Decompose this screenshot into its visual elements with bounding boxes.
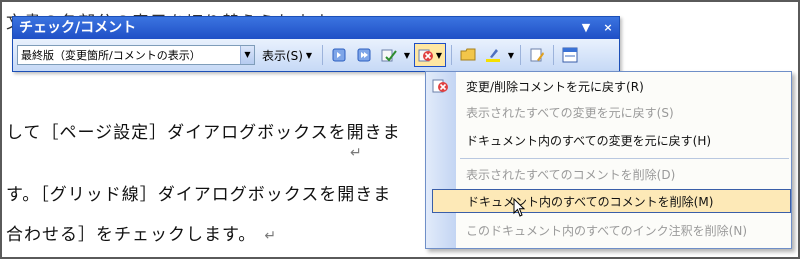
display-mode-combo[interactable]: 最終版（変更箇所/コメントの表示） ▼ (17, 45, 255, 65)
menu-item-reject-all-shown[interactable]: 表示されたすべての変更を元に戻す(S) (456, 100, 791, 124)
document-return-mark: ↵ (350, 145, 363, 161)
track-changes-button[interactable] (526, 44, 548, 66)
toolbar-title: チェック/コメント (19, 20, 137, 36)
menu-item-delete-all-comments[interactable]: ドキュメント内のすべてのコメントを削除(M) (432, 189, 791, 213)
previous-change-button[interactable] (328, 44, 350, 66)
menu-icon-strip (426, 72, 456, 248)
reject-change-button[interactable]: ▼ (413, 43, 446, 67)
show-menu-label: 表示(S) (262, 48, 303, 63)
document-line-2: す。［グリッド線］ダイアログボックスを開きま (6, 185, 392, 205)
toolbar-separator (450, 45, 452, 65)
insert-comment-icon (460, 48, 476, 61)
reviewing-pane-icon (562, 47, 578, 63)
display-mode-value: 最終版（変更箇所/コメントの表示） (21, 49, 201, 62)
toolbar-buttons-row: 最終版（変更箇所/コメントの表示） ▼ 表示(S) ▼ ▼ ▼ ▼ (13, 39, 619, 71)
mouse-pointer-icon (513, 198, 526, 217)
highlight-icon (485, 49, 500, 62)
toolbar-separator (321, 45, 323, 65)
document-line-3: 合わせる］をチェックします。 ↵ (6, 225, 278, 245)
combo-dropdown-icon[interactable]: ▼ (240, 46, 254, 64)
document-line-1: して［ページ設定］ダイアログボックスを開きま (6, 123, 401, 143)
toolbar-separator (519, 45, 521, 65)
reject-change-icon (432, 79, 448, 93)
menu-item-delete-all-ink-annotations[interactable]: このドキュメント内のすべてのインク注釈を削除(N) (456, 218, 791, 242)
reject-change-icon (418, 49, 433, 62)
menu-item-delete-all-shown-comments[interactable]: 表示されたすべてのコメントを削除(D) (456, 162, 791, 186)
toolbar-separator (552, 45, 554, 65)
menu-separator (460, 158, 789, 159)
next-change-icon (357, 48, 371, 62)
show-menu-button[interactable]: 表示(S) ▼ (258, 44, 317, 66)
next-change-button[interactable] (353, 44, 375, 66)
screenshot-frame: 文書の各部分の表示を切り替えられます して［ページ設定］ダイアログボックスを開き… (0, 0, 800, 259)
reviewing-pane-button[interactable] (559, 44, 581, 66)
highlight-dropdown-icon[interactable]: ▼ (507, 51, 515, 60)
menu-item-reject-change[interactable]: 変更/削除コメントを元に戻す(R) (456, 74, 791, 98)
chevron-down-icon: ▼ (305, 50, 313, 60)
accept-change-button[interactable] (378, 44, 400, 66)
accept-dropdown-icon[interactable]: ▼ (403, 51, 411, 60)
menu-item-reject-all-in-document[interactable]: ドキュメント内のすべての変更を元に戻す(H) (456, 128, 791, 152)
toolbar-title-bar[interactable]: チェック/コメント ▼ × (13, 17, 619, 39)
track-changes-icon (530, 48, 544, 62)
reject-dropdown-menu: 変更/削除コメントを元に戻す(R) 表示されたすべての変更を元に戻す(S) ドキ… (425, 71, 792, 249)
reviewing-toolbar: チェック/コメント ▼ × 最終版（変更箇所/コメントの表示） ▼ 表示(S) … (12, 16, 620, 72)
insert-comment-button[interactable] (457, 44, 479, 66)
reject-dropdown-icon: ▼ (435, 50, 443, 60)
toolbar-options-button[interactable]: ▼ (579, 17, 593, 39)
previous-change-icon (332, 48, 346, 62)
accept-change-icon (381, 49, 397, 62)
toolbar-close-button[interactable]: × (601, 17, 615, 39)
highlight-button[interactable] (482, 44, 504, 66)
